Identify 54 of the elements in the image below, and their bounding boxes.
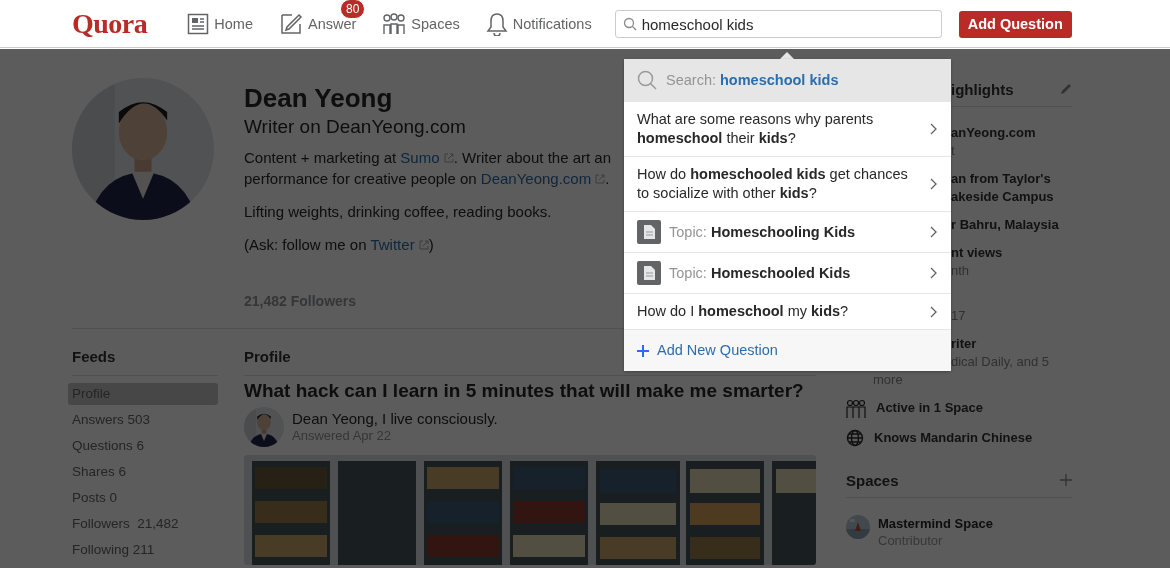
credential-text: akeside Campus [951, 188, 1054, 206]
bio-text: Content + marketing at Sumo . Writer about the art an performance for creative people on DeanYeong.com . [244, 148, 611, 189]
credential-text: an from Taylor's [951, 170, 1051, 188]
chevron-icon [930, 267, 938, 279]
bio-text: (Ask: follow me on Twitter ) [244, 235, 435, 255]
author-credential: Dean Yeong, I live consciously. [292, 410, 498, 428]
nav-link[interactable]: Notifications [485, 12, 592, 36]
notification-badge: 80 [339, 0, 366, 19]
credential-text: r Bahru, Malaysia [951, 216, 1059, 234]
chevron-icon [930, 305, 938, 318]
search-field[interactable]: homeschool kids [614, 10, 942, 38]
section-heading: ighlights [951, 80, 1014, 98]
chevron-icon [930, 226, 938, 238]
section-heading: Feeds [72, 348, 218, 376]
profile-tagline: Writer on DeanYeong.com [244, 116, 467, 138]
nav-link[interactable]: Home [187, 13, 253, 35]
topic-icon [637, 261, 661, 285]
external-link-icon [418, 240, 429, 250]
credential-text: nt views [951, 244, 1003, 262]
space-name[interactable]: Mastermind Space [878, 515, 993, 533]
pencil-icon [1060, 83, 1072, 95]
chevron-icon [930, 178, 938, 190]
bio-text: Lifting weights, drinking coffee, reading books. [244, 202, 553, 222]
logo[interactable]: Quora [72, 8, 148, 40]
credential-text: riter [951, 335, 977, 353]
globe-icon [846, 429, 864, 447]
plus-icon [637, 344, 649, 357]
document-icon [187, 13, 210, 35]
section-heading: Spaces [846, 471, 899, 489]
question-suggestion[interactable]: How do homeschooled kids get chances to socialize with other kids? [624, 157, 951, 212]
credential-text: Knows Mandarin Chinese [874, 429, 1033, 447]
search-suggestion[interactable]: Search: homeschool kids [624, 59, 951, 102]
add-question-link[interactable]: Add New Question [624, 330, 951, 371]
profile-name: Dean Yeong [244, 83, 394, 113]
topic-suggestion[interactable]: Topic: Homeschooling Kids [624, 212, 951, 253]
nav-link[interactable]: Spaces [382, 12, 460, 36]
topic-icon [637, 220, 661, 244]
add-question-button[interactable]: Add Question [958, 10, 1072, 38]
external-link-icon [443, 153, 454, 163]
question-suggestion[interactable]: What are some reasons why parents homeschool their kids? [624, 102, 951, 157]
credential-text: anYeong.com [951, 124, 1036, 142]
credential-text: Active in 1 Space [876, 399, 983, 417]
people-icon [382, 12, 407, 36]
external-link-icon [595, 174, 606, 184]
bell-icon [485, 12, 508, 36]
search-icon [637, 70, 657, 90]
topic-suggestion[interactable]: Topic: Homeschooled Kids [624, 253, 951, 294]
search-label: Search: homeschool kids [666, 70, 840, 90]
search-icon [622, 17, 637, 31]
pencil-icon [278, 12, 303, 36]
chevron-icon [930, 123, 938, 135]
question-title[interactable]: What hack can I learn in 5 minutes that will make me smarter? [244, 379, 816, 403]
plus-icon [1060, 474, 1072, 486]
people-icon [846, 399, 866, 419]
